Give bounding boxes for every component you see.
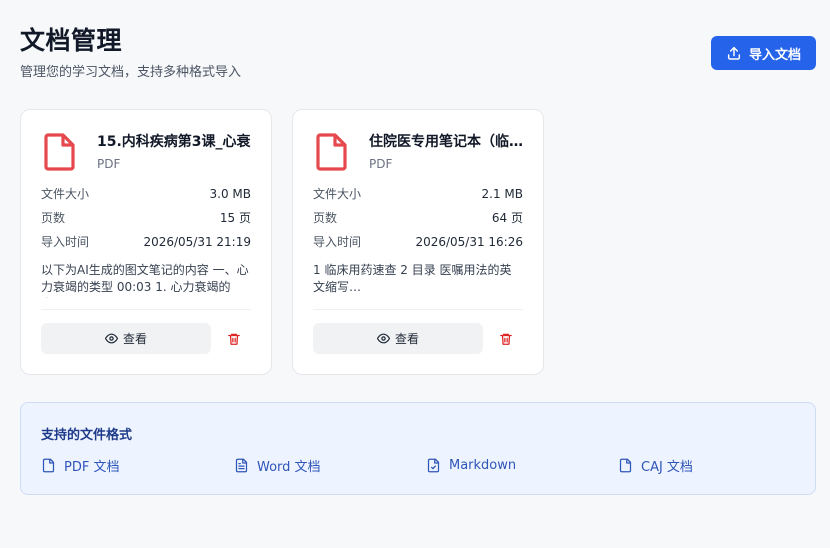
format-label: CAJ 文档 [641, 459, 693, 475]
delete-button[interactable] [223, 328, 245, 350]
pages-label: 页数 [313, 211, 338, 225]
size-value: 2.1 MB [481, 187, 523, 201]
file-check-icon [427, 458, 440, 472]
pdf-file-icon [316, 133, 347, 171]
view-button[interactable]: 查看 [41, 323, 211, 354]
document-card[interactable]: 15.内科疾病第3课_心衰 PDF 文件大小 3.0 MB 页数 15 页 导入… [20, 109, 272, 375]
imported-value: 2026/05/31 21:19 [143, 235, 251, 249]
format-label: PDF 文档 [64, 459, 120, 475]
import-button-label: 导入文档 [748, 47, 801, 63]
delete-button[interactable] [495, 328, 517, 350]
document-size-row: 文件大小 3.0 MB [41, 185, 251, 203]
document-description: 以下为AI生成的图文笔记的内容 一、心力衰竭的类型 00:03 1. 心力衰竭的… [41, 263, 249, 298]
size-value: 3.0 MB [209, 187, 251, 201]
imported-value: 2026/05/31 16:26 [415, 235, 523, 249]
format-label: Word 文档 [257, 459, 321, 475]
page-subtitle: 管理您的学习文档，支持多种格式导入 [20, 65, 242, 80]
upload-icon [727, 46, 741, 60]
file-icon [42, 458, 55, 472]
document-type: PDF [369, 157, 393, 171]
page-header: 文档管理 管理您的学习文档，支持多种格式导入 [20, 24, 241, 82]
card-divider [41, 309, 251, 310]
trash-icon [500, 333, 512, 345]
format-item-markdown: Markdown [426, 455, 516, 475]
document-name[interactable]: 住院医专用笔记本（临… [369, 132, 525, 152]
document-pages-row: 页数 15 页 [41, 209, 251, 227]
size-label: 文件大小 [313, 187, 362, 201]
document-description: 1 临床用药速查 2 目录 医嘱用法的英文缩写… [313, 263, 512, 294]
import-document-button[interactable]: 导入文档 [711, 36, 816, 70]
imported-label: 导入时间 [313, 235, 362, 249]
document-type: PDF [97, 157, 121, 171]
document-imported-row: 导入时间 2026/05/31 21:19 [41, 233, 251, 251]
format-item-pdf: PDF 文档 [41, 455, 119, 475]
pages-label: 页数 [41, 211, 66, 225]
format-item-word: Word 文档 [234, 455, 321, 475]
size-label: 文件大小 [41, 187, 90, 201]
file-text-icon [235, 458, 248, 472]
imported-label: 导入时间 [41, 235, 90, 249]
supported-formats-title: 支持的文件格式 [41, 428, 133, 443]
card-divider [313, 309, 523, 310]
file-icon [619, 458, 632, 472]
pages-value: 15 页 [219, 211, 251, 225]
document-card[interactable]: 住院医专用笔记本（临… PDF 文件大小 2.1 MB 页数 64 页 导入时间… [292, 109, 544, 375]
eye-icon [376, 333, 390, 344]
pdf-file-icon [44, 133, 75, 171]
eye-icon [104, 333, 118, 344]
page-title: 文档管理 [20, 26, 123, 55]
trash-icon [228, 333, 240, 345]
document-size-row: 文件大小 2.1 MB [313, 185, 523, 203]
view-button-label: 查看 [394, 332, 419, 346]
view-button-label: 查看 [122, 332, 147, 346]
document-pages-row: 页数 64 页 [313, 209, 523, 227]
pages-value: 64 页 [491, 211, 523, 225]
supported-formats-panel: 支持的文件格式 PDF 文档 Word 文档 Markdown CAJ 文档 [20, 402, 816, 495]
format-label: Markdown [449, 457, 517, 473]
document-name[interactable]: 15.内科疾病第3课_心衰 [97, 132, 253, 152]
format-item-caj: CAJ 文档 [618, 455, 693, 475]
document-card-header: 住院医专用笔记本（临… PDF [315, 132, 525, 178]
document-imported-row: 导入时间 2026/05/31 16:26 [313, 233, 523, 251]
document-card-header: 15.内科疾病第3课_心衰 PDF [43, 132, 253, 178]
view-button[interactable]: 查看 [313, 323, 483, 354]
